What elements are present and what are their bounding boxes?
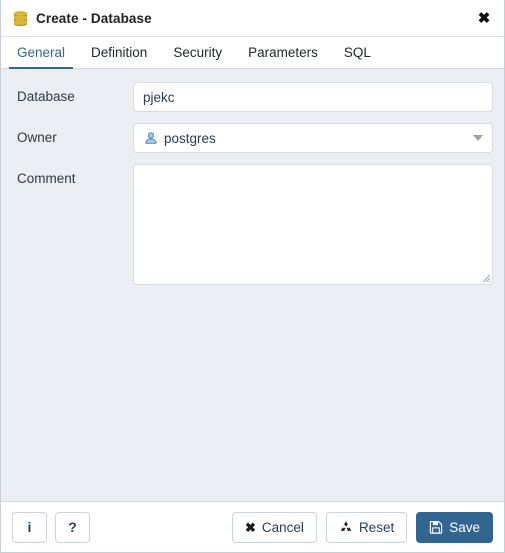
tab-bar: General Definition Security Parameters S… xyxy=(1,37,504,69)
close-icon[interactable]: ✖ xyxy=(474,8,494,28)
tab-security[interactable]: Security xyxy=(160,37,235,68)
dialog-titlebar: Create - Database ✖ xyxy=(1,0,504,37)
close-x-icon: ✖ xyxy=(245,519,256,535)
tab-sql[interactable]: SQL xyxy=(331,37,384,68)
recycle-icon xyxy=(339,520,353,534)
help-button[interactable]: ? xyxy=(55,511,90,543)
tab-general[interactable]: General xyxy=(4,37,78,69)
reset-button[interactable]: Reset xyxy=(325,511,408,543)
database-name-input[interactable] xyxy=(133,82,493,112)
cancel-button-label: Cancel xyxy=(261,519,304,535)
dialog-title: Create - Database xyxy=(36,10,152,26)
tab-definition[interactable]: Definition xyxy=(78,37,160,68)
owner-field-wrap: postgres xyxy=(133,123,493,153)
comment-field-wrap xyxy=(133,164,493,285)
general-tab-panel: Database Owner postgres xyxy=(1,69,504,501)
database-icon xyxy=(12,10,29,27)
footer-right-group: ✖ Cancel Reset Save xyxy=(232,511,493,543)
owner-select[interactable]: postgres xyxy=(133,123,493,153)
info-button[interactable]: i xyxy=(12,511,47,543)
database-label: Database xyxy=(17,89,75,104)
owner-label: Owner xyxy=(17,130,57,145)
database-field-wrap xyxy=(133,82,493,112)
tab-parameters[interactable]: Parameters xyxy=(235,37,331,68)
save-button[interactable]: Save xyxy=(416,511,493,543)
owner-value: postgres xyxy=(164,130,216,146)
cancel-button[interactable]: ✖ Cancel xyxy=(232,511,317,543)
chevron-down-icon xyxy=(473,135,483,141)
save-button-label: Save xyxy=(449,519,480,535)
user-icon xyxy=(144,131,158,145)
create-database-dialog: Create - Database ✖ General Definition S… xyxy=(0,0,505,553)
comment-field-row: Comment xyxy=(12,164,493,285)
comment-label: Comment xyxy=(17,171,76,186)
dialog-footer: i ? ✖ Cancel Reset Save xyxy=(1,501,504,552)
comment-textarea[interactable] xyxy=(133,164,493,285)
reset-button-label: Reset xyxy=(358,519,395,535)
save-floppy-icon xyxy=(429,520,443,534)
owner-field-row: Owner postgres xyxy=(12,123,493,153)
footer-left-group: i ? xyxy=(12,511,90,543)
database-field-row: Database xyxy=(12,82,493,112)
